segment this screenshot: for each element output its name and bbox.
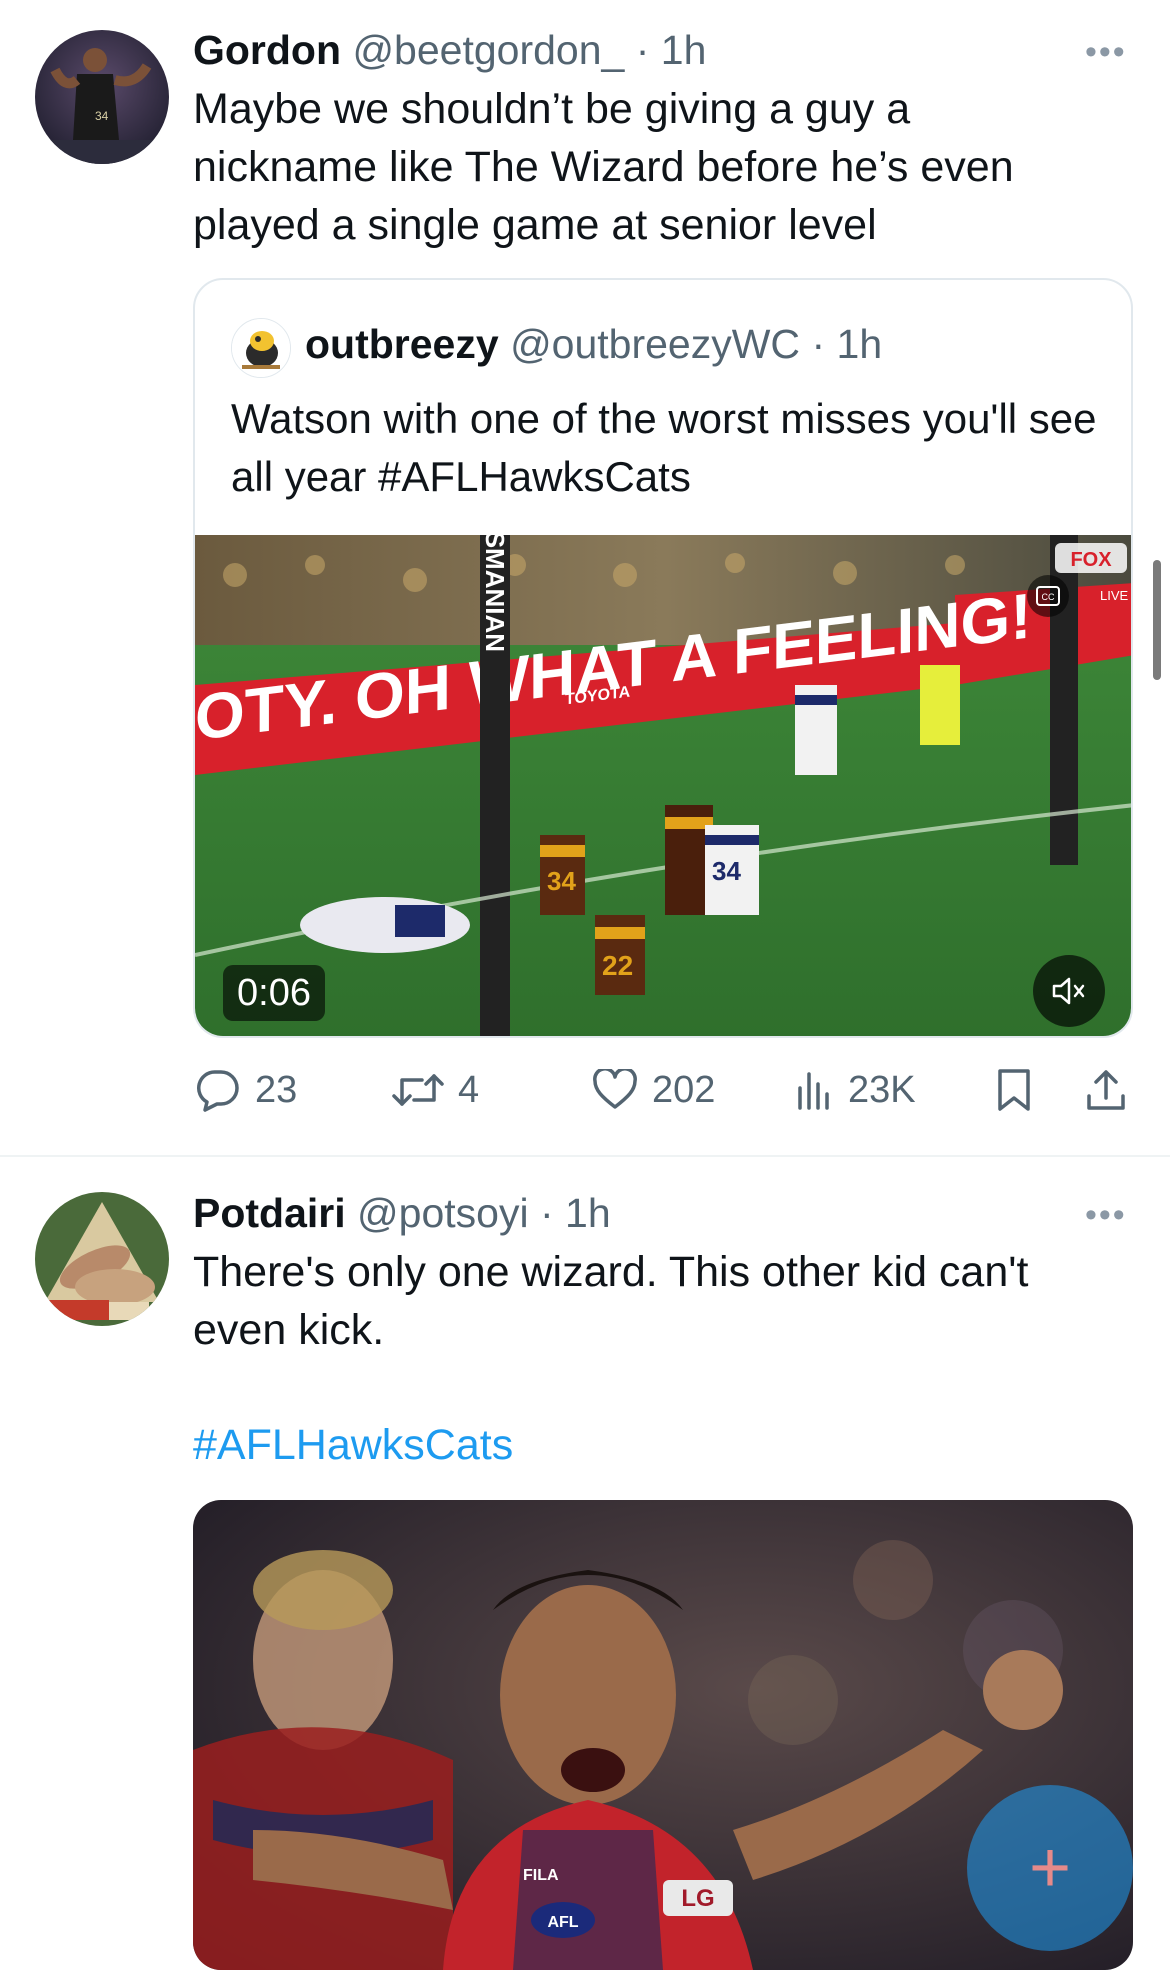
mute-icon[interactable]	[1033, 955, 1105, 1027]
reply-count: 23	[255, 1068, 298, 1111]
meta-separator: ·	[811, 321, 826, 367]
video-frame-image: OTY. OH WHAT A FEELING! TOYOTA TASMANIAN…	[195, 535, 1131, 1036]
post-text: TASMANIAN	[480, 535, 510, 652]
svg-text:34: 34	[95, 109, 109, 123]
display-name[interactable]: Potdairi	[193, 1190, 346, 1236]
tweet-header: Gordon @beetgordon_ · 1h	[193, 22, 706, 78]
svg-text:22: 22	[602, 950, 633, 981]
tweet-header: Potdairi @potsoyi · 1h	[193, 1185, 611, 1241]
views-button[interactable]: 23K	[794, 1062, 916, 1118]
timestamp[interactable]: 1h	[661, 27, 707, 73]
sponsor-lg: LG	[681, 1885, 714, 1912]
meta-separator: ·	[635, 27, 650, 73]
timestamp[interactable]: 1h	[565, 1190, 611, 1236]
video-duration: 0:06	[223, 965, 325, 1021]
quote-timestamp[interactable]: 1h	[837, 321, 883, 367]
logo-afl: AFL	[547, 1914, 578, 1931]
views-count: 23K	[848, 1068, 916, 1111]
bookmark-icon	[998, 1069, 1030, 1111]
share-icon	[1087, 1070, 1125, 1110]
hashtag-link[interactable]: #AFLHawksCats	[193, 1416, 513, 1474]
like-button[interactable]: 202	[592, 1062, 715, 1118]
sponsor-fila: FILA	[523, 1867, 559, 1884]
avatar-outbreezy[interactable]	[231, 318, 291, 378]
handle[interactable]: @beetgordon_	[352, 27, 624, 73]
bookmark-button[interactable]	[996, 1062, 1032, 1118]
handle[interactable]: @potsoyi	[357, 1190, 529, 1236]
quote-display-name[interactable]: outbreezy	[305, 321, 499, 367]
plus-icon: +	[1028, 1828, 1072, 1908]
more-options-icon[interactable]: •••	[1085, 1198, 1127, 1232]
avatar-potdairi[interactable]	[35, 1192, 169, 1326]
svg-text:CC: CC	[1042, 592, 1055, 602]
quote-handle[interactable]: @outbreezyWC	[510, 321, 800, 367]
quoted-tweet[interactable]: outbreezy @outbreezyWC · 1h Watson with …	[193, 278, 1133, 1038]
captions-icon[interactable]: CC	[1027, 575, 1069, 617]
avatar-image	[35, 1192, 169, 1326]
heart-icon	[593, 1069, 637, 1109]
tweet-divider	[0, 1155, 1170, 1157]
quote-text: Watson with one of the worst misses you'…	[231, 395, 1097, 500]
scrollbar-thumb[interactable]	[1153, 560, 1161, 680]
avatar-gordon[interactable]: 34	[35, 30, 169, 164]
retweet-icon	[392, 1074, 444, 1106]
tweet-text: Maybe we shouldn’t be giving a guy a nic…	[193, 85, 1014, 249]
meta-separator: ·	[539, 1190, 554, 1236]
retweet-count: 4	[458, 1068, 480, 1111]
svg-text:34: 34	[547, 866, 576, 896]
like-count: 202	[652, 1068, 716, 1111]
retweet-button[interactable]: 4	[392, 1062, 479, 1118]
tweet-text: There's only one wizard. This other kid …	[193, 1248, 1029, 1354]
svg-text:34: 34	[712, 856, 741, 886]
broadcaster-text: FOX	[1070, 549, 1112, 571]
display-name[interactable]: Gordon	[193, 27, 341, 73]
more-options-icon[interactable]: •••	[1085, 35, 1127, 69]
reply-button[interactable]: 23	[195, 1062, 297, 1118]
live-text: LIVE	[1100, 588, 1129, 603]
reply-icon	[197, 1070, 239, 1112]
views-icon	[798, 1072, 829, 1110]
quote-header: outbreezy @outbreezyWC · 1h	[305, 316, 882, 372]
video-player[interactable]: OTY. OH WHAT A FEELING! TOYOTA TASMANIAN…	[195, 535, 1131, 1036]
compose-button[interactable]: +	[967, 1785, 1133, 1951]
avatar-image: 34	[35, 30, 169, 164]
avatar-image	[232, 319, 290, 377]
share-button[interactable]	[1085, 1062, 1127, 1118]
